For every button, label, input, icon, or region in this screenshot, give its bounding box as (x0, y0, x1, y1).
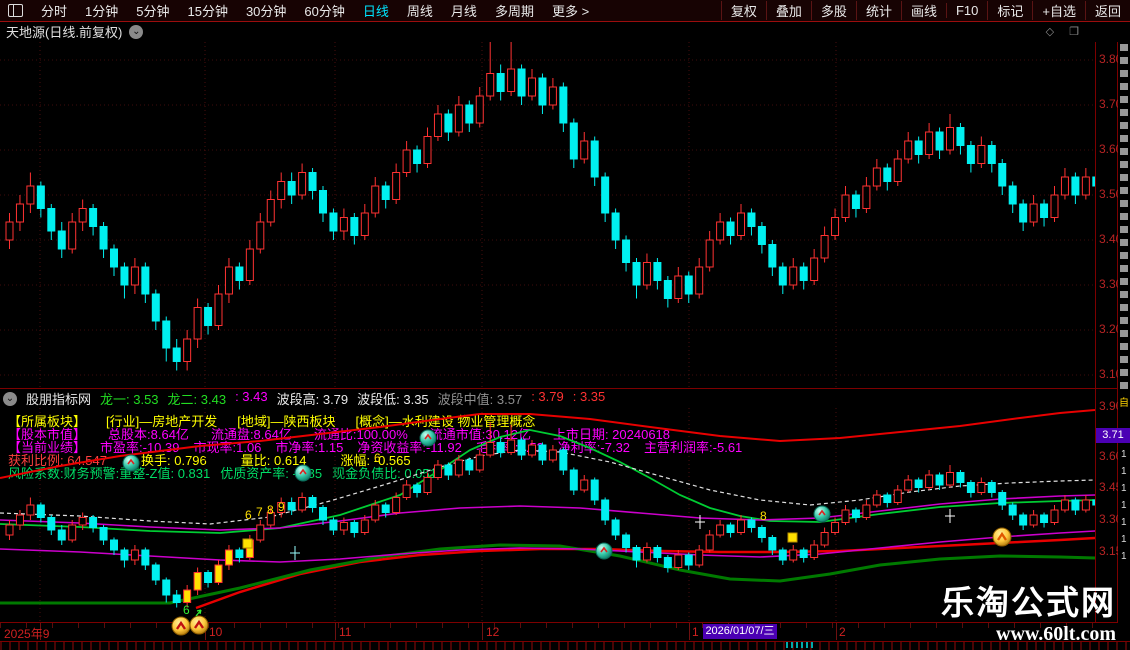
indicator-field: 龙二: 3.43 (167, 392, 227, 407)
period-tab-月线[interactable]: 月线 (451, 1, 477, 20)
period-tab-5分钟[interactable]: 5分钟 (136, 1, 169, 20)
period-tab-分时[interactable]: 分时 (41, 1, 67, 20)
period-tab-15分钟[interactable]: 15分钟 (187, 1, 227, 20)
layout-icon[interactable] (8, 4, 23, 17)
indicator-field: 龙一: 3.53 (100, 392, 159, 407)
period-tab-周线[interactable]: 周线 (407, 1, 433, 20)
svg-text:7: 7 (256, 505, 263, 519)
svg-text:6: 6 (374, 451, 381, 465)
watermark-site-name: 乐淘公式网 (941, 584, 1116, 621)
indicator-field: : 3.79 (531, 389, 564, 404)
tool-+自选[interactable]: +自选 (1032, 1, 1085, 20)
right-strip-digit: 1 (1121, 534, 1127, 545)
indicator-source[interactable]: 股朋指标网 (26, 389, 91, 408)
right-tools: 复权 叠加 多股 统计 画线 F10 标记 +自选 返回 (720, 1, 1130, 20)
svg-text:6: 6 (183, 603, 190, 617)
chevron-down-icon[interactable]: ⌄ (129, 24, 144, 39)
period-tab-更多 >[interactable]: 更多 > (552, 1, 589, 20)
chart-title: 天地源(日线.前复权) (6, 25, 123, 40)
indicator-field: 波段低: 3.35 (357, 392, 429, 407)
indicator-header: ⌄ 股朋指标网 龙一: 3.53 龙二: 3.43 : 3.43 波段高: 3.79 波… (0, 389, 605, 408)
right-strip-digit: 1 (1121, 449, 1127, 460)
right-edge-ticker: 自 1 1 1 1 1 1 1 (1118, 42, 1130, 640)
vertical-text-noise (1120, 44, 1128, 392)
period-tab-1分钟[interactable]: 1分钟 (85, 1, 118, 20)
period-tab-多周期[interactable]: 多周期 (495, 1, 534, 20)
tool-叠加[interactable]: 叠加 (765, 1, 811, 20)
period-tab-60分钟[interactable]: 60分钟 (304, 1, 344, 20)
svg-text:8: 8 (267, 503, 274, 517)
period-tabs: 分时 1分钟 5分钟 15分钟 30分钟 60分钟 日线 周线 月线 多周期 更多 > (32, 1, 598, 20)
chevron-down-icon[interactable]: ⌄ (3, 391, 17, 406)
axis-border-left (1095, 42, 1096, 622)
bottom-cyan-fragment (786, 642, 814, 648)
tool-标记[interactable]: 标记 (987, 1, 1032, 20)
svg-text:6: 6 (245, 508, 252, 522)
watermark: 乐淘公式网 www.60lt.com (941, 585, 1116, 648)
svg-text:8: 8 (760, 509, 767, 523)
pane-divider (0, 388, 1130, 389)
indicator-field: : 3.35 (572, 389, 606, 404)
tool-返回[interactable]: 返回 (1084, 1, 1130, 20)
right-strip-digit: 1 (1121, 517, 1127, 528)
svg-text:9: 9 (278, 500, 285, 514)
indicator-field: : 3.43 (235, 389, 268, 404)
period-tab-日线[interactable]: 日线 (363, 1, 389, 20)
tool-统计[interactable]: 统计 (855, 1, 901, 20)
right-strip-digit: 1 (1121, 466, 1127, 477)
indicator-field: 波段中值: 3.57 (437, 392, 523, 407)
window-icons[interactable]: ◇ ❐ (1046, 25, 1085, 38)
indicator-chart[interactable]: 6 7 8 9686 (0, 408, 1095, 640)
right-strip-digit: 1 (1121, 500, 1127, 511)
right-strip-digit: 1 (1121, 483, 1127, 494)
tool-多股[interactable]: 多股 (810, 1, 856, 20)
tool-F10[interactable]: F10 (945, 3, 987, 18)
tool-复权[interactable]: 复权 (720, 1, 766, 20)
last-price-tag: 3.71 (1096, 428, 1130, 443)
indicator-values: 龙一: 3.53 龙二: 3.43 : 3.43 波段高: 3.79 波段低: 3.35… (100, 389, 605, 408)
trading-app: { "toolbar": { "periods": [ {"label":"分时… (0, 0, 1130, 650)
watermark-url: www.60lt.com (996, 623, 1116, 645)
main-candlestick-chart[interactable] (0, 42, 1095, 387)
title-bar: 天地源(日线.前复权) ⌄ ◇ ❐ (0, 22, 1095, 41)
right-strip-char: 自 (1119, 398, 1129, 409)
right-strip-digit: 1 (1121, 551, 1127, 562)
top-toolbar: 分时 1分钟 5分钟 15分钟 30分钟 60分钟 日线 周线 月线 多周期 更多 > 复权 叠加 多股… (0, 0, 1130, 22)
tool-画线[interactable]: 画线 (900, 1, 946, 20)
indicator-field: 波段高: 3.79 (276, 392, 349, 407)
period-tab-30分钟[interactable]: 30分钟 (246, 1, 286, 20)
